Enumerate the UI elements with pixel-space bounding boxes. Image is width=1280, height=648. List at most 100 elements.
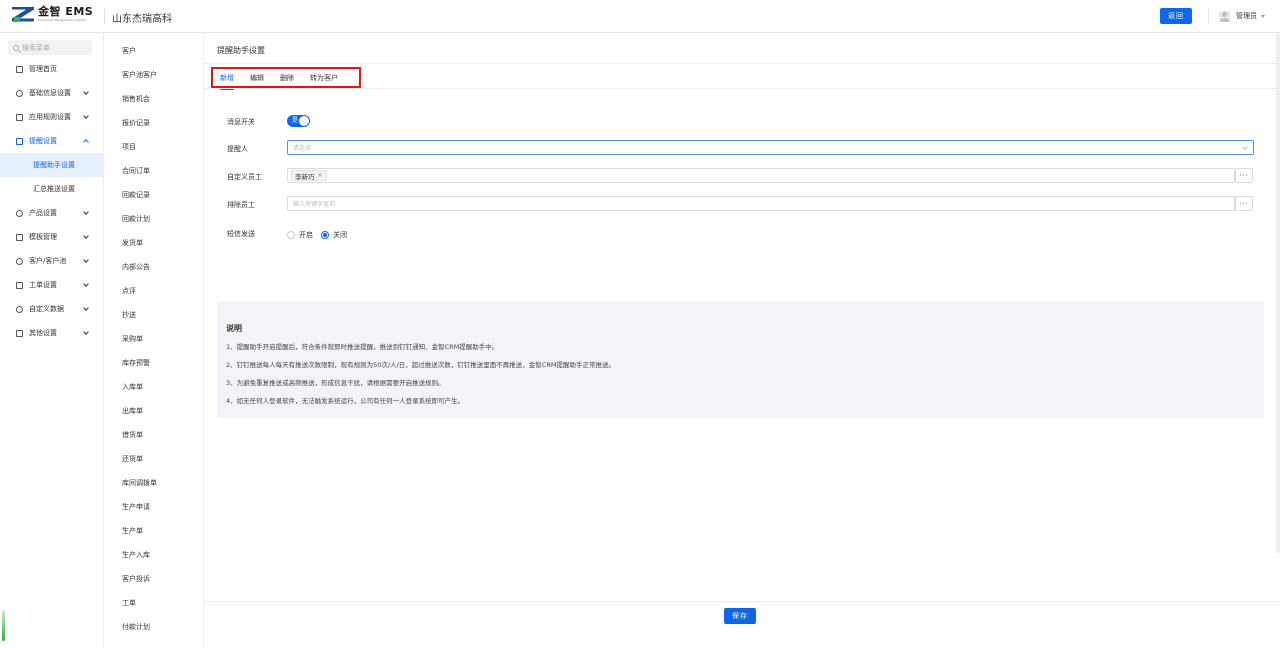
message-switch-toggle[interactable]: 是 (287, 115, 310, 127)
tabs-divider (204, 88, 1276, 89)
module-item[interactable]: 借货单 (104, 423, 203, 447)
sms-off-radio[interactable]: 关闭 (321, 230, 347, 240)
staff-tag-label: 李新巧 (295, 172, 315, 181)
sidebar-scroll-indicator[interactable] (2, 611, 5, 641)
module-list: 客户 客户池客户 销售机会 报价记录 项目 合同订单 回款记录 回款计划 发货单… (104, 33, 204, 648)
sms-on-radio[interactable]: 开启 (287, 230, 313, 240)
sidebar-subitem-summary-push[interactable]: 汇总推送设置 (0, 177, 104, 201)
chevron-down-icon (83, 89, 89, 95)
user-menu[interactable]: 管理员 (1208, 9, 1265, 23)
tools-icon (16, 305, 23, 313)
module-item[interactable]: 合同订单 (104, 159, 203, 183)
module-item[interactable]: 客户池客户 (104, 63, 203, 87)
exclude-staff-label: 排除员工 (227, 201, 255, 209)
sidebar-item-ticket[interactable]: 工单设置 (0, 273, 104, 297)
module-item[interactable]: 回款记录 (104, 183, 203, 207)
main-scrollbar[interactable] (1276, 33, 1280, 553)
logo: 金智 EMS Enterprise Management System (12, 6, 93, 22)
tab-convert-customer[interactable]: 转为客户 (310, 73, 338, 83)
brand-divider (104, 9, 105, 24)
exclude-staff-input[interactable]: 输入关键字查询 (287, 196, 1235, 211)
module-item[interactable]: 库存预警 (104, 351, 203, 375)
sidebar-item-customer-pool[interactable]: 客户/客户池 (0, 249, 104, 273)
module-item[interactable]: 回款计划 (104, 207, 203, 231)
module-item[interactable]: 点评 (104, 279, 203, 303)
instructions-title: 说明 (226, 324, 242, 333)
user-divider (1208, 9, 1209, 23)
main-content: 提醒助手设置 新增 编辑 删除 转为客户 消息开关 是 提醒人 请选择 自定义员… (204, 33, 1280, 648)
module-item[interactable]: 销售机会 (104, 87, 203, 111)
reminder-placeholder: 请选择 (293, 145, 312, 152)
back-button[interactable]: 返回 (1160, 8, 1192, 24)
sidebar-item-custom-data[interactable]: 自定义数据 (0, 297, 104, 321)
chevron-down-icon (83, 257, 89, 263)
module-item[interactable]: 客户 (104, 39, 203, 63)
chevron-down-icon (83, 209, 89, 215)
reminder-select[interactable]: 请选择 (287, 140, 1254, 155)
sidebar-subitem-reminder-assistant[interactable]: 提醒助手设置 (0, 153, 104, 177)
search-icon (13, 44, 19, 51)
sidebar-item-label: 产品设置 (29, 209, 57, 217)
module-item[interactable]: 抄送 (104, 303, 203, 327)
sidebar-item-label: 应用规则设置 (29, 113, 71, 121)
chevron-up-icon (83, 139, 89, 145)
sidebar-item-other[interactable]: 其他设置 (0, 321, 104, 345)
module-item[interactable]: 采购单 (104, 327, 203, 351)
chevron-down-icon (83, 113, 89, 119)
chevron-down-icon (83, 233, 89, 239)
menu-search-placeholder: 搜索菜单 (22, 43, 50, 52)
logo-title: 金智 EMS (38, 5, 94, 18)
template-icon (16, 233, 23, 241)
module-item[interactable]: 客户投诉 (104, 567, 203, 591)
sidebar-item-label: 提醒设置 (29, 137, 57, 145)
module-item[interactable]: 出库单 (104, 399, 203, 423)
close-icon[interactable]: × (318, 172, 323, 179)
sidebar-item-basic-info[interactable]: 基础信息设置 (0, 81, 104, 105)
instruction-line: 4、如无任何人登录软件，无法触发系统运行，公司有任何一人登录系统即可产生。 (226, 397, 465, 405)
module-item[interactable]: 报价记录 (104, 111, 203, 135)
custom-staff-field[interactable]: 李新巧 × (287, 168, 1235, 183)
module-item[interactable]: 生产单 (104, 519, 203, 543)
action-tabs: 新增 编辑 删除 转为客户 (211, 67, 361, 90)
sidebar-item-product[interactable]: 产品设置 (0, 201, 104, 225)
sidebar-item-label: 基础信息设置 (29, 89, 71, 97)
menu-search-input[interactable]: 搜索菜单 (8, 40, 92, 55)
module-item[interactable]: 付款计划 (104, 615, 203, 639)
instruction-line: 3、为避免重复推送或高频推送，形成信息干扰，请根据需要开启推送规则。 (226, 379, 445, 387)
radio-unchecked-icon (287, 231, 295, 239)
sidebar-item-label: 工单设置 (29, 281, 57, 289)
top-header: 金智 EMS Enterprise Management System 山东杰瑞… (0, 0, 1280, 33)
module-item[interactable]: 工单 (104, 591, 203, 615)
bell-icon (16, 137, 23, 145)
sms-label: 短信发送 (227, 230, 255, 238)
sidebar-item-app-rules[interactable]: 应用规则设置 (0, 105, 104, 129)
users-icon (16, 257, 23, 265)
module-item[interactable]: 内部公告 (104, 255, 203, 279)
sidebar-item-label: 管理首页 (29, 65, 57, 73)
module-item[interactable]: 库间调拨单 (104, 471, 203, 495)
sidebar-item-home[interactable]: 管理首页 (0, 57, 104, 81)
sms-on-label: 开启 (299, 231, 313, 239)
grid-icon (16, 329, 23, 337)
tab-add[interactable]: 新增 (220, 73, 234, 90)
chevron-down-icon (83, 329, 89, 335)
instructions-panel: 说明 1、提醒助手开启提醒后，符合条件就即时推送提醒，推送到钉钉通知、金智CRM… (217, 301, 1264, 418)
switch-label: 消息开关 (227, 118, 255, 126)
module-item[interactable]: 入库单 (104, 375, 203, 399)
module-item[interactable]: 发货单 (104, 231, 203, 255)
radio-checked-icon (321, 231, 329, 239)
ticket-icon (16, 281, 23, 289)
module-item[interactable]: 生产申请 (104, 495, 203, 519)
custom-staff-more-button[interactable]: ··· (1235, 168, 1253, 183)
tab-edit[interactable]: 编辑 (250, 73, 264, 83)
module-item[interactable]: 生产入库 (104, 543, 203, 567)
sidebar: 搜索菜单 管理首页 基础信息设置 应用规则设置 提醒设置 提醒助手设置 汇总推送… (0, 33, 104, 648)
exclude-staff-more-button[interactable]: ··· (1235, 196, 1253, 211)
sidebar-item-reminder[interactable]: 提醒设置 (0, 129, 104, 153)
logo-subtitle: Enterprise Management System (38, 18, 87, 22)
module-item[interactable]: 项目 (104, 135, 203, 159)
sidebar-item-template[interactable]: 模板管理 (0, 225, 104, 249)
save-button[interactable]: 保存 (724, 608, 756, 624)
module-item[interactable]: 还货单 (104, 447, 203, 471)
tab-delete[interactable]: 删除 (280, 73, 294, 83)
